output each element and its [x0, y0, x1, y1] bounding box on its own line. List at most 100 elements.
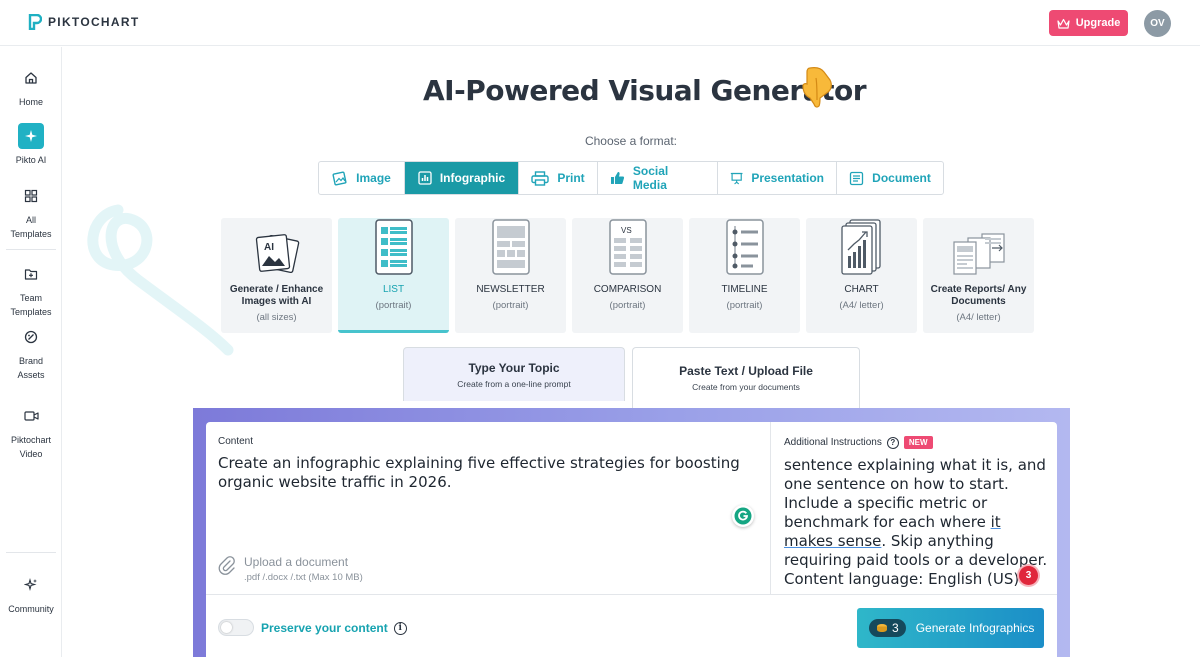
coin-icon	[877, 624, 887, 632]
template-card-reports[interactable]: Create Reports/ Any Documents (A4/ lette…	[923, 218, 1034, 333]
credits-pill: 3	[869, 619, 906, 637]
mode-tab-subtitle: Create from your documents	[692, 382, 800, 392]
generate-infographics-button[interactable]: 3 Generate Infographics	[857, 608, 1044, 648]
new-badge: NEW	[903, 436, 933, 449]
folder-plus-icon	[18, 261, 44, 287]
template-cards: AI Generate / Enhance Images with AI (al…	[221, 218, 1034, 333]
sidebar-item-label: Team Templates	[10, 293, 52, 317]
template-card-generate-images[interactable]: AI Generate / Enhance Images with AI (al…	[221, 218, 332, 333]
upload-title: Upload a document	[244, 555, 349, 569]
card-title: COMPARISON	[593, 284, 662, 295]
document-icon	[850, 171, 864, 185]
panel-divider	[770, 422, 771, 594]
sidebar-item-team-templates[interactable]: Team Templates	[0, 261, 62, 319]
sidebar-item-label: Brand Assets	[17, 356, 45, 380]
top-bar: PIKTOCHART Upgrade OV	[0, 0, 1200, 46]
logo-icon	[28, 14, 42, 30]
list-template-icon	[374, 219, 413, 275]
card-title: CHART	[844, 284, 879, 295]
card-title: NEWSLETTER	[476, 284, 545, 295]
tab-label: Presentation	[751, 171, 824, 185]
sparkles-icon	[18, 572, 44, 598]
tab-label: Image	[356, 171, 391, 185]
paperclip-icon	[218, 556, 235, 575]
tab-paste-text-upload[interactable]: Paste Text / Upload File Create from you…	[632, 347, 860, 408]
ai-image-icon: AI	[255, 234, 299, 274]
content-textarea[interactable]: Create an infographic explaining five ef…	[218, 454, 758, 492]
preserve-content-toggle[interactable]	[218, 619, 254, 636]
user-avatar[interactable]: OV	[1144, 10, 1171, 37]
home-icon	[18, 65, 44, 91]
additional-instructions-label: Additional Instructions	[784, 437, 882, 448]
template-card-chart[interactable]: CHART (A4/ letter)	[806, 218, 917, 333]
mode-tab-subtitle: Create from a one-line prompt	[457, 378, 571, 389]
sidebar-item-community[interactable]: Community	[0, 572, 62, 616]
card-title: Generate / Enhance Images with AI	[229, 284, 324, 307]
template-card-newsletter[interactable]: NEWSLETTER (portrait)	[455, 218, 566, 333]
timeline-template-icon	[725, 219, 764, 275]
credits-count: 3	[892, 621, 899, 635]
sidebar-item-label: Piktochart Video	[10, 435, 52, 459]
grid-icon	[18, 183, 44, 209]
tab-presentation[interactable]: Presentation	[718, 162, 837, 194]
presentation-icon	[730, 172, 743, 184]
card-subtitle: (portrait)	[375, 300, 412, 311]
sidebar-item-brand-assets[interactable]: Brand Assets	[0, 324, 62, 382]
card-title: TIMELINE	[721, 284, 768, 295]
preserve-content-label: Preserve your content	[261, 621, 388, 635]
template-card-comparison[interactable]: VS COMPARISON (portrait)	[572, 218, 683, 333]
sidebar-item-label: Home	[18, 97, 43, 107]
logo-text: PIKTOCHART	[48, 15, 140, 29]
upload-document[interactable]: Upload a document .pdf /.docx /.txt (Max…	[218, 555, 363, 583]
tab-label: Document	[872, 171, 931, 185]
thumbs-up-icon	[610, 172, 625, 184]
bar-chart-icon	[418, 171, 432, 185]
additional-instructions-textarea[interactable]: sentence explaining what it is, and one …	[784, 456, 1049, 589]
instructions-text: sentence explaining what it is, and one …	[784, 456, 1046, 531]
tab-social-media[interactable]: Social Media	[598, 162, 718, 194]
additional-instructions-header: Additional Instructions ? NEW	[784, 436, 933, 449]
card-subtitle: (A4/ letter)	[839, 300, 884, 311]
sidebar-item-all-templates[interactable]: All Templates	[0, 183, 62, 241]
decorative-swirl	[87, 204, 234, 356]
panel-footer-divider	[206, 594, 1057, 595]
svg-text:VS: VS	[621, 226, 632, 235]
svg-text:AI: AI	[264, 242, 274, 253]
input-panel-frame: Content Create an infographic explaining…	[193, 408, 1070, 657]
tab-label: Print	[557, 171, 585, 185]
template-card-list[interactable]: LIST (portrait)	[338, 218, 449, 333]
preserve-content: Preserve your content i	[261, 621, 407, 635]
generate-label: Generate Infographics	[915, 621, 1035, 635]
tab-print[interactable]: Print	[519, 162, 598, 194]
piktochart-logo[interactable]: PIKTOCHART	[28, 14, 139, 30]
reports-template-icon	[952, 233, 1005, 275]
tab-label: Social Media	[632, 164, 669, 192]
grammar-issues-badge[interactable]: 3	[1019, 566, 1038, 585]
tab-image[interactable]: Image	[319, 162, 405, 194]
card-title: Create Reports/ Any Documents	[930, 284, 1027, 307]
upgrade-button[interactable]: Upgrade	[1049, 10, 1128, 36]
upload-formats: .pdf /.docx /.txt (Max 10 MB)	[244, 572, 363, 583]
chart-template-icon	[840, 219, 881, 275]
mode-tab-title: Type Your Topic	[468, 360, 560, 375]
template-card-timeline[interactable]: TIMELINE (portrait)	[689, 218, 800, 333]
info-icon[interactable]: i	[393, 621, 407, 635]
help-icon[interactable]: ?	[886, 436, 899, 449]
content-label: Content	[218, 436, 254, 447]
sidebar-item-label: Community	[8, 604, 54, 614]
video-icon	[18, 403, 44, 429]
format-tabs: Image Infographic Print Social Media Pre…	[318, 161, 944, 195]
crown-icon	[1057, 18, 1070, 29]
sidebar-item-home[interactable]: Home	[0, 65, 62, 109]
palette-icon	[18, 324, 44, 350]
card-subtitle: (A4/ letter)	[956, 312, 1001, 323]
sidebar-item-piktochart-video[interactable]: Piktochart Video	[0, 403, 62, 461]
tab-infographic[interactable]: Infographic	[405, 162, 519, 194]
card-title: LIST	[382, 284, 405, 295]
sidebar-item-label: Pikto AI	[15, 155, 47, 165]
grammarly-icon[interactable]	[732, 505, 754, 527]
card-subtitle: (all sizes)	[256, 312, 297, 323]
tab-type-your-topic[interactable]: Type Your Topic Create from a one-line p…	[403, 347, 625, 401]
tab-document[interactable]: Document	[837, 162, 943, 194]
newsletter-template-icon	[491, 219, 530, 275]
